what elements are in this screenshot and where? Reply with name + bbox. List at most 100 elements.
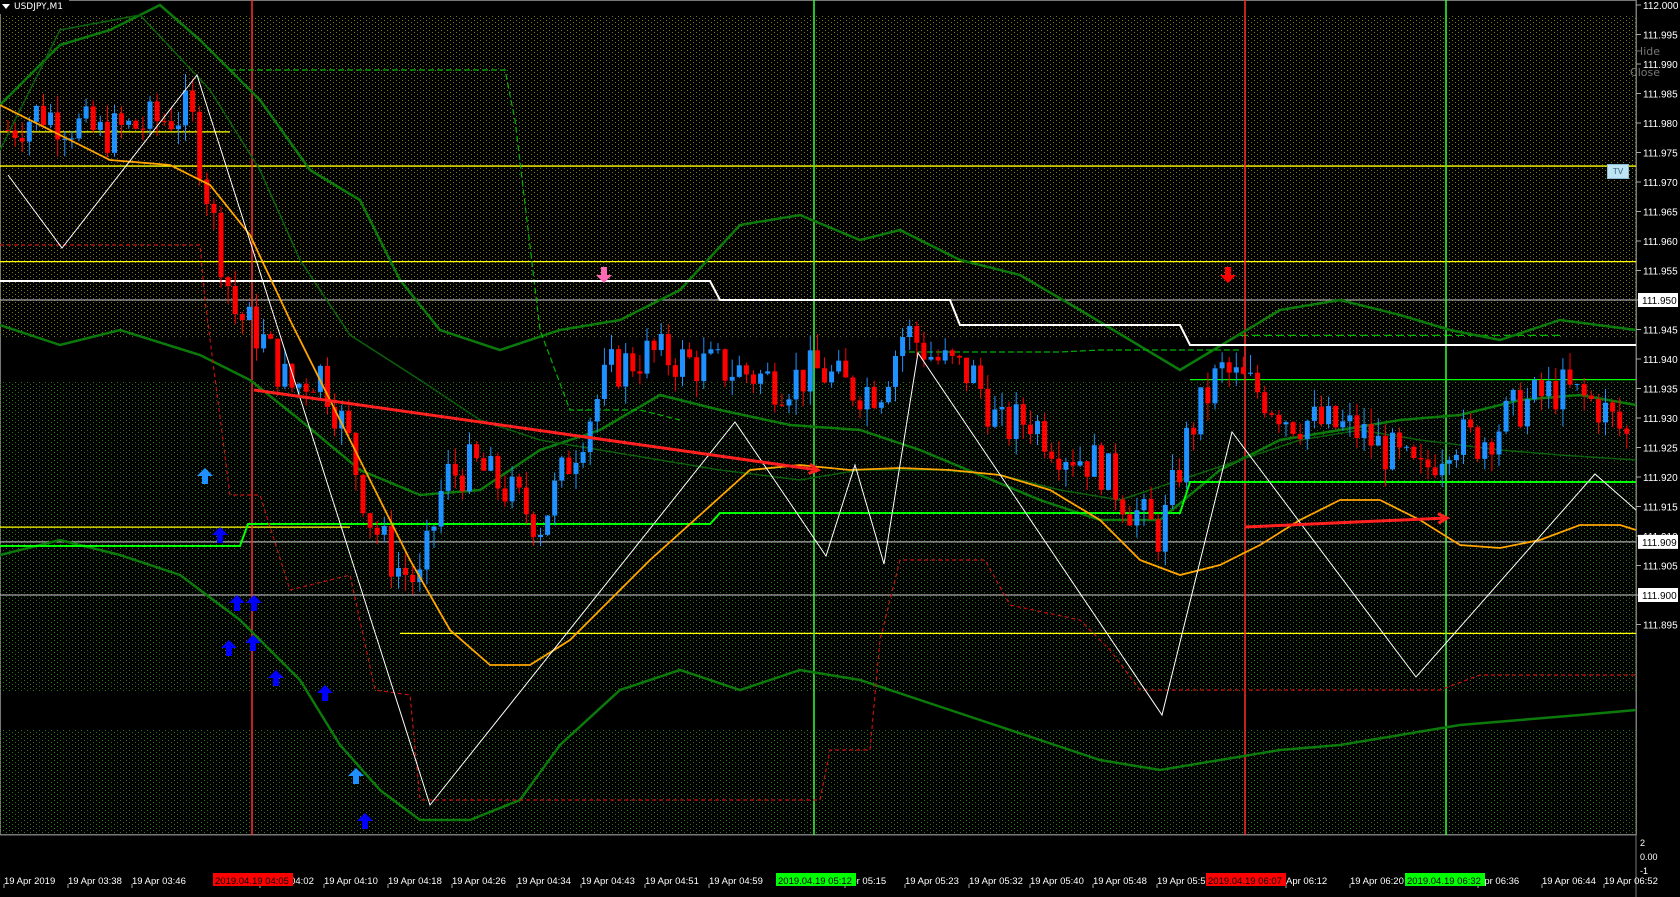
price-tick-label: 111.905 [1643, 562, 1678, 573]
time-tick-label: 19 Apr 2019 [4, 876, 55, 887]
candle-body [736, 365, 742, 377]
candle-body [33, 105, 39, 122]
candle-body [5, 130, 11, 132]
time-marker-label: 2019.04.19 06:07 [1208, 876, 1282, 887]
candle-body [1610, 402, 1616, 412]
candle-body [1361, 424, 1367, 439]
candle-body [1453, 454, 1459, 461]
hide-button[interactable]: Hide [1635, 45, 1660, 58]
candle-body [516, 476, 522, 488]
chart-window[interactable]: 112.000 111.995 111.990 111.985 111.980 111.9… [0, 0, 1680, 897]
candle-body [559, 457, 565, 481]
range-zone-fill [0, 382, 1636, 692]
candle-body [246, 306, 252, 321]
price-chart[interactable]: 112.000111.995111.990111.985111.980111.9… [0, 0, 1680, 897]
price-label-boxed: 111.909 [1642, 538, 1677, 549]
time-tick-label: 19 Apr 04:18 [388, 876, 442, 887]
candle-body [1148, 499, 1154, 520]
candle-body [1553, 381, 1559, 410]
candle-body [502, 488, 508, 502]
candle-body [822, 368, 827, 383]
candle-body [190, 90, 196, 112]
candle-body [601, 364, 607, 400]
candle-body [1042, 421, 1048, 452]
price-tick-label: 111.960 [1643, 237, 1678, 248]
candle-body [1212, 368, 1218, 404]
candle-body [424, 530, 430, 570]
candle-body [1240, 367, 1246, 374]
candle-body [1624, 428, 1630, 434]
time-tick-label: 19 Apr 05:5 [1157, 876, 1206, 887]
candle-body [1177, 470, 1182, 483]
candle-body [509, 476, 515, 502]
candle-body [168, 121, 174, 130]
chart-title: USDJPY,M1 [0, 0, 69, 14]
chevron-down-icon[interactable] [2, 4, 10, 9]
candle-body [1404, 446, 1410, 448]
candle-body [1262, 392, 1268, 414]
candle-body [1375, 435, 1381, 446]
candle-body [147, 101, 153, 129]
time-tick-label: 19 Apr 04:34 [517, 876, 571, 887]
candle-body [651, 340, 657, 351]
candle-body [381, 526, 387, 535]
price-label-boxed: 111.900 [1642, 591, 1677, 602]
candle-body [751, 374, 756, 384]
candle-body [814, 350, 820, 369]
candle-body [1390, 432, 1395, 470]
candle-body [1581, 384, 1587, 396]
price-tick-label: 111.895 [1643, 621, 1678, 632]
candle-body [807, 350, 813, 392]
time-tick-label: 19 Apr 05:23 [905, 876, 959, 887]
sub-window-label: 0.00 [1640, 852, 1658, 862]
candle-body [388, 526, 394, 577]
candle-body [949, 350, 955, 356]
candle-body [779, 404, 785, 406]
candle-body [1169, 470, 1175, 506]
price-label-boxed: 111.950 [1642, 296, 1677, 307]
candle-body [900, 337, 906, 357]
candle-body [1340, 421, 1346, 428]
candle-body [1411, 446, 1417, 458]
price-tick-label: 112.000 [1643, 1, 1679, 12]
candle-body [1418, 457, 1424, 460]
candle-body [403, 568, 409, 575]
candle-body [495, 455, 501, 489]
tv-badge[interactable]: TV [1607, 164, 1629, 179]
candle-body [452, 463, 458, 476]
candle-body [175, 125, 181, 130]
candle-body [545, 515, 551, 535]
candle-body [694, 357, 700, 382]
candle-body [594, 399, 600, 422]
candle-body [1446, 460, 1452, 464]
price-tick-label: 111.945 [1643, 326, 1678, 337]
candle-body [1326, 406, 1332, 425]
candle-body [743, 365, 749, 375]
close-button[interactable]: Close [1630, 66, 1660, 79]
candle-body [367, 513, 373, 528]
candle-body [992, 409, 998, 427]
candle-body [786, 399, 792, 406]
price-tick-label: 111.965 [1643, 208, 1678, 219]
candle-body [211, 203, 217, 213]
candle-body [1006, 407, 1012, 440]
candle-body [701, 353, 707, 382]
candle-body [1056, 458, 1062, 470]
candle-body [1503, 400, 1509, 432]
candle-body [76, 118, 82, 139]
candle-body [1283, 422, 1289, 425]
candle-body [282, 363, 288, 387]
candle-body [1432, 467, 1438, 476]
candle-body [126, 120, 132, 125]
price-tick-label: 111.930 [1643, 414, 1678, 425]
candle-body [48, 112, 54, 126]
candle-body [793, 369, 799, 400]
time-tick-label: 19 Apr 04:26 [452, 876, 506, 887]
candle-body [1319, 406, 1324, 425]
candle-body [1020, 404, 1026, 425]
candle-body [1354, 415, 1360, 439]
candle-body [239, 314, 245, 321]
candle-body [1134, 510, 1140, 526]
candle-body [942, 350, 948, 361]
candle-body [765, 371, 771, 374]
